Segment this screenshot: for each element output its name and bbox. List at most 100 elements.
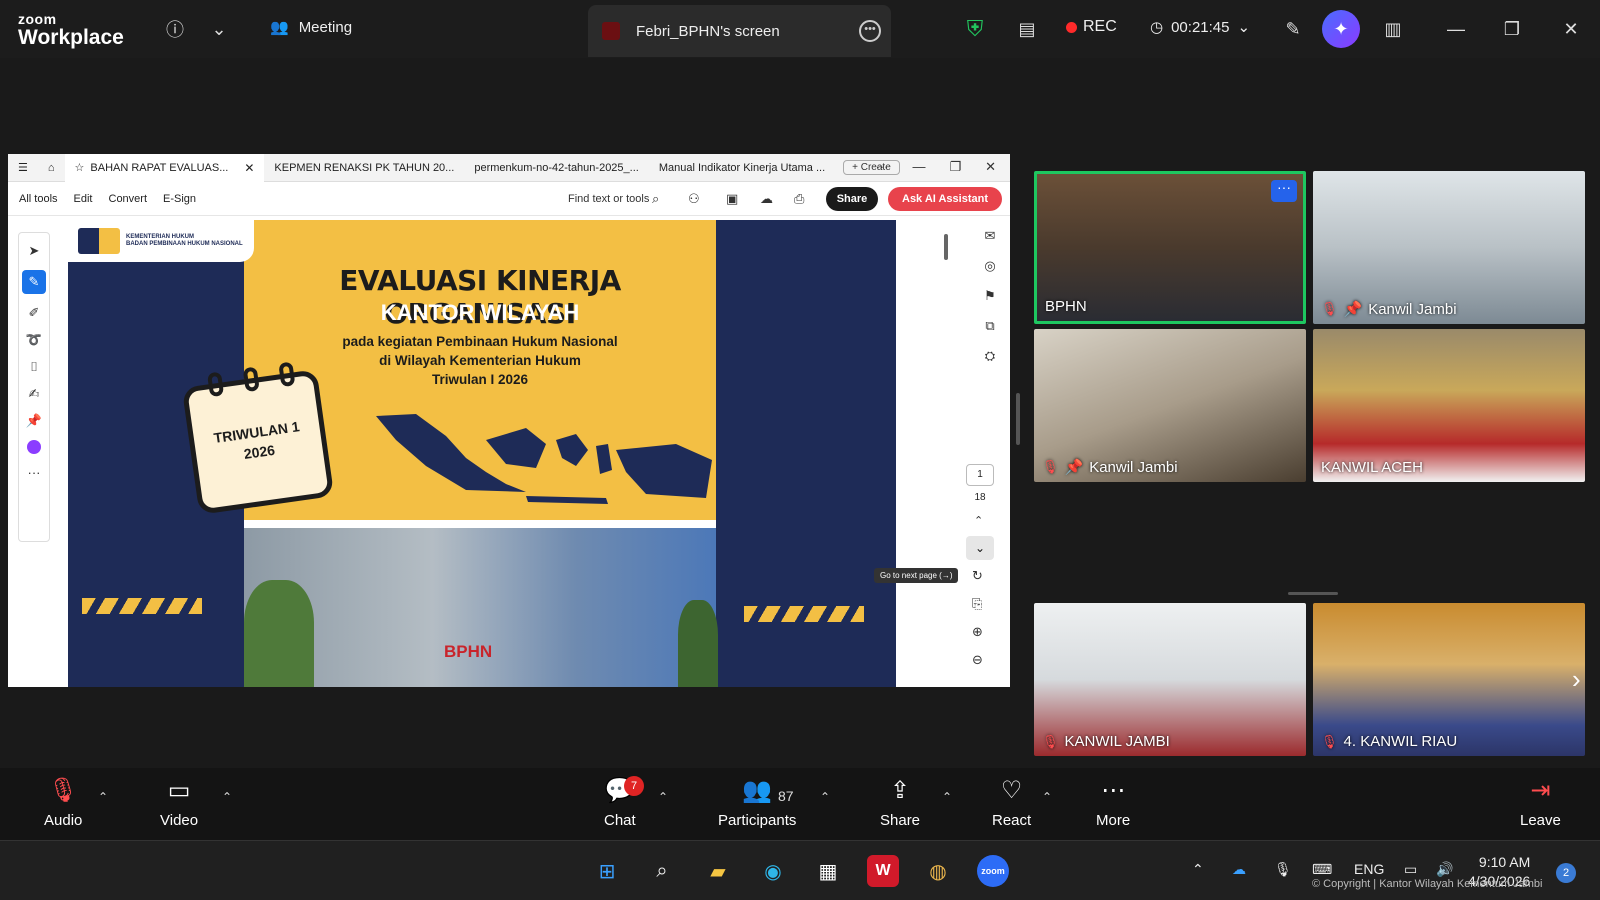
leave-button[interactable]: ⇥ Leave: [1520, 776, 1561, 829]
save-icon[interactable]: ▣: [726, 191, 738, 207]
info-icon[interactable]: ⓘ: [160, 14, 190, 44]
text-select-icon[interactable]: ⌷: [30, 359, 38, 375]
chevron-down-icon[interactable]: ⌄: [204, 14, 234, 44]
pdf-tab[interactable]: permenkum-no-42-tahun-2025_...: [464, 154, 648, 182]
close-icon[interactable]: ✕: [1556, 14, 1586, 44]
chevron-up-icon[interactable]: ⌃: [1192, 861, 1204, 878]
layout-icon[interactable]: ▥: [1378, 14, 1408, 44]
volume-icon[interactable]: 🔊: [1436, 861, 1453, 878]
shield-icon[interactable]: ⛨: [960, 14, 990, 44]
stamp-icon[interactable]: ✍: [29, 386, 40, 402]
protect-icon[interactable]: ⛭: [985, 348, 995, 364]
video-tile[interactable]: 🎙 📌 Kanwil Jambi: [1034, 329, 1306, 482]
panel-splitter[interactable]: [1016, 393, 1020, 445]
chevron-up-icon[interactable]: ⌃: [222, 790, 232, 804]
page-number-input[interactable]: 1: [966, 464, 994, 486]
audio-button[interactable]: 🎙 Audio: [44, 776, 82, 829]
menu-esign[interactable]: E-Sign: [163, 193, 196, 205]
pdf-tab-active[interactable]: ☆ BAHAN RAPAT EVALUAS... ✕: [64, 153, 265, 182]
ask-ai-assistant-button[interactable]: Ask AI Assistant: [888, 187, 1002, 211]
hamburger-icon[interactable]: ☰: [8, 154, 38, 182]
language-indicator[interactable]: ENG: [1354, 861, 1384, 877]
minimize-icon[interactable]: —: [1441, 14, 1471, 44]
react-button[interactable]: ♡ React: [992, 776, 1031, 829]
comment-icon[interactable]: ✎: [22, 270, 46, 294]
edge-icon[interactable]: ◉: [757, 855, 789, 887]
meeting-label: Meeting: [298, 18, 353, 36]
find-tools-input[interactable]: Find text or tools: [568, 193, 649, 205]
chat-panel-icon[interactable]: ◎: [984, 258, 995, 274]
network-icon[interactable]: ▭: [1404, 861, 1417, 878]
pages-icon[interactable]: ⧉: [985, 318, 994, 334]
zoom-in-icon[interactable]: ⊕: [972, 624, 983, 640]
video-tile[interactable]: 🎙 KANWIL JAMBI: [1034, 603, 1306, 756]
microphone-icon[interactable]: 🎙: [1274, 861, 1292, 878]
star-icon[interactable]: ☆: [75, 161, 85, 174]
restore-icon[interactable]: ❐: [949, 159, 961, 175]
fit-page-icon[interactable]: ⎘: [972, 596, 982, 612]
onedrive-icon[interactable]: ☁: [1232, 861, 1246, 878]
share-screen-button[interactable]: ⇪ Share: [880, 776, 920, 829]
meeting-menu[interactable]: 👥 Meeting: [270, 18, 353, 37]
search-icon[interactable]: ⌕: [652, 191, 659, 207]
chevron-right-icon[interactable]: ›: [1572, 664, 1581, 695]
search-icon[interactable]: ⌕: [646, 855, 678, 887]
video-button[interactable]: ▭ Video: [160, 776, 198, 829]
video-tile[interactable]: KANWIL ACEH: [1313, 329, 1585, 482]
notification-badge[interactable]: 2: [1556, 863, 1576, 883]
rotate-icon[interactable]: ↻: [972, 568, 983, 584]
pin-icon[interactable]: 📌: [26, 413, 42, 429]
screen-share-tab[interactable]: Febri_BPHN's screen •••: [588, 5, 891, 57]
menu-all-tools[interactable]: All tools: [19, 193, 58, 205]
chrome-icon[interactable]: ◍: [922, 855, 954, 887]
more-options-icon[interactable]: •••: [859, 20, 881, 42]
meeting-timer[interactable]: ◷ 00:21:45 ⌄: [1150, 18, 1250, 37]
close-icon[interactable]: ✕: [985, 159, 996, 175]
lasso-icon[interactable]: ➰: [26, 332, 42, 348]
notes-icon[interactable]: ▤: [1012, 14, 1042, 44]
cursor-icon[interactable]: ➤: [29, 243, 40, 259]
pdf-tab[interactable]: KEPMEN RENAKSI PK TAHUN 20...: [264, 154, 464, 182]
chevron-up-icon[interactable]: ⌃: [658, 790, 668, 804]
upload-icon[interactable]: ☁: [760, 191, 773, 207]
more-icon[interactable]: ···: [875, 159, 888, 175]
color-picker-icon[interactable]: [27, 440, 41, 454]
chevron-up-icon[interactable]: ⌃: [820, 790, 830, 804]
comment-panel-icon[interactable]: ✉: [985, 228, 996, 244]
scrollbar-thumb[interactable]: [944, 234, 948, 260]
ai-companion-button[interactable]: ✦: [1322, 10, 1360, 48]
menu-convert[interactable]: Convert: [109, 193, 148, 205]
chevron-up-icon[interactable]: ⌃: [1042, 790, 1052, 804]
recording-indicator[interactable]: REC: [1066, 18, 1117, 36]
keyboard-icon[interactable]: ⌨: [1312, 861, 1332, 878]
more-icon[interactable]: ···: [28, 465, 41, 480]
accessibility-icon[interactable]: ⚇: [688, 191, 700, 207]
store-icon[interactable]: ▦: [812, 855, 844, 887]
print-icon[interactable]: ⎙: [794, 191, 804, 207]
gallery-splitter[interactable]: [1288, 592, 1338, 595]
file-explorer-icon[interactable]: ▰: [702, 855, 734, 887]
pdf-tab[interactable]: Manual Indikator Kinerja Utama ...: [649, 154, 835, 182]
video-tile-bphn[interactable]: ··· BPHN: [1034, 171, 1306, 324]
chevron-down-icon[interactable]: ⌄: [966, 536, 994, 560]
highlight-icon[interactable]: ✐: [29, 305, 40, 321]
zoom-app-icon[interactable]: zoom: [977, 855, 1009, 887]
pencil-icon[interactable]: ✎: [1278, 14, 1308, 44]
chevron-up-icon[interactable]: ⌃: [942, 790, 952, 804]
close-tab-icon[interactable]: ✕: [244, 161, 254, 175]
home-icon[interactable]: ⌂: [38, 154, 65, 182]
menu-edit[interactable]: Edit: [74, 193, 93, 205]
tile-more-icon[interactable]: ···: [1271, 180, 1297, 202]
video-tile[interactable]: 🎙 4. KANWIL RIAU: [1313, 603, 1585, 756]
video-tile[interactable]: 🎙 📌 Kanwil Jambi: [1313, 171, 1585, 324]
share-button[interactable]: Share: [826, 187, 878, 211]
restore-icon[interactable]: ❐: [1497, 14, 1527, 44]
minimize-icon[interactable]: —: [912, 159, 925, 175]
more-button[interactable]: ⋯ More: [1096, 776, 1130, 829]
bookmark-icon[interactable]: ⚑: [984, 288, 996, 304]
windows-start-icon[interactable]: ⊞: [591, 855, 623, 887]
zoom-out-icon[interactable]: ⊖: [972, 652, 983, 668]
chevron-up-icon[interactable]: ⌃: [974, 514, 983, 527]
wps-icon[interactable]: W: [867, 855, 899, 887]
chevron-up-icon[interactable]: ⌃: [98, 790, 108, 804]
